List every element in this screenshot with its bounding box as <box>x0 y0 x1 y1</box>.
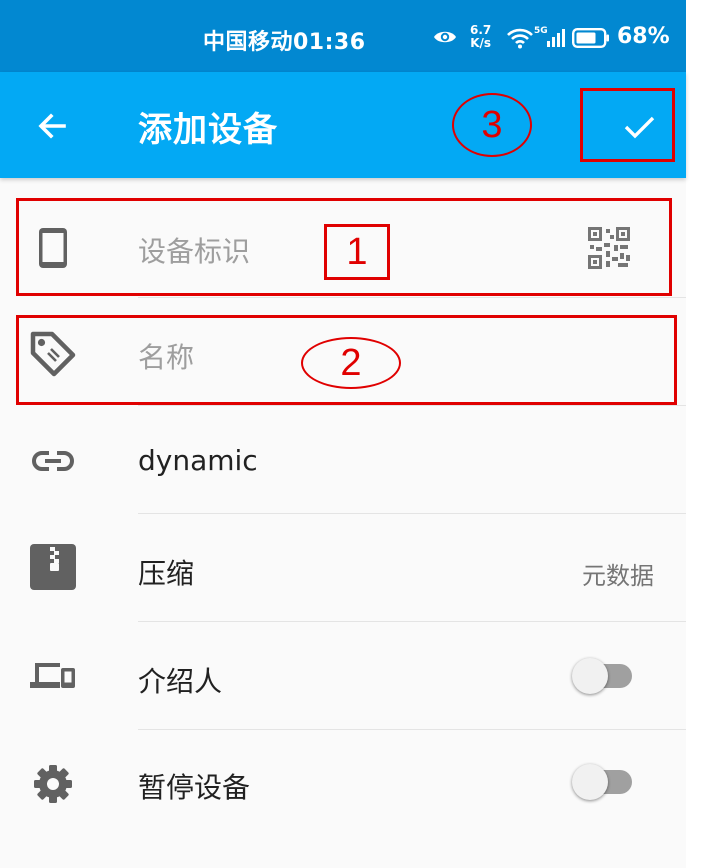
pause-device-switch[interactable] <box>572 764 634 800</box>
switch-thumb <box>572 764 608 800</box>
compression-setting[interactable]: 压缩 元数据 <box>0 514 686 622</box>
link-icon <box>32 451 74 471</box>
carrier-and-time: 中国移动01:36 <box>203 30 366 55</box>
introducer-label: 介绍人 <box>138 665 223 698</box>
page-title: 添加设备 <box>138 110 278 150</box>
status-bar: 中国移动01:36 6.7 K/s 5G 68% <box>0 0 686 72</box>
back-button[interactable] <box>34 108 70 144</box>
annotation-box-confirm <box>580 88 675 162</box>
network-speed-unit: K/s <box>470 36 492 50</box>
annotation-label-3: 3 <box>452 93 532 157</box>
archive-icon <box>30 544 76 590</box>
address-value: dynamic <box>138 444 258 477</box>
battery-icon <box>572 28 609 48</box>
pause-device-label: 暂停设备 <box>138 771 251 804</box>
compression-label: 压缩 <box>138 557 195 590</box>
wifi-icon <box>507 28 533 49</box>
signal-icon <box>547 29 565 47</box>
introducer-setting[interactable]: 介绍人 <box>0 622 686 730</box>
switch-thumb <box>572 658 608 694</box>
annotation-label-2: 2 <box>301 337 401 389</box>
network-speed: 6.7 K/s <box>470 24 491 50</box>
introducer-switch[interactable] <box>572 658 634 694</box>
annotation-label-1: 1 <box>324 224 390 280</box>
pause-device-setting[interactable]: 暂停设备 <box>0 730 686 838</box>
gear-icon <box>34 765 72 803</box>
battery-percent: 68% <box>617 24 670 49</box>
address-field[interactable]: dynamic <box>0 406 686 514</box>
eye-icon <box>434 31 456 43</box>
devices-icon <box>30 663 75 688</box>
compression-value: 元数据 <box>582 562 654 590</box>
